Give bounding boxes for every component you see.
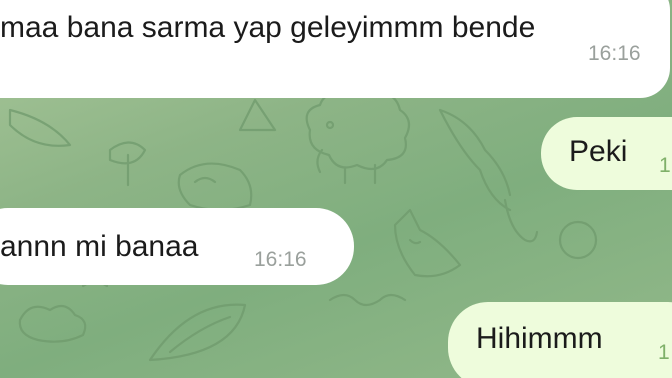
sheep-eye-doodle <box>325 120 335 130</box>
coin-doodle <box>558 220 598 260</box>
message-time: 16:16 <box>588 42 641 65</box>
triangle-doodle <box>238 98 277 132</box>
message-text: maa bana sarma yap geleyimmm bende <box>0 11 536 44</box>
umbrella-doodle <box>438 108 539 243</box>
message-bubble-incoming[interactable]: annn mi banaa 16:16 <box>0 208 354 285</box>
leaf-large-doodle <box>148 303 247 362</box>
message-text: annn mi banaa <box>0 230 199 263</box>
message-time: 1 <box>658 341 670 364</box>
message-time: 1 <box>659 154 671 177</box>
hat-doodle <box>177 162 253 212</box>
message-text: Peki <box>569 135 628 168</box>
message-text: Hihimmm <box>476 322 603 355</box>
chat-background: maa bana sarma yap geleyimmm bende 16:16… <box>0 0 672 378</box>
squiggle-doodle <box>328 293 407 307</box>
message-bubble-incoming[interactable]: maa bana sarma yap geleyimmm bende 16:16 <box>0 0 670 98</box>
sheep-doodle <box>305 87 411 185</box>
message-time: 16:16 <box>254 248 307 271</box>
fox-doodle <box>393 208 462 278</box>
message-bubble-outgoing[interactable]: Hihimmm 1 <box>448 302 672 378</box>
leaf-doodle <box>8 108 72 147</box>
sprout-doodle <box>108 141 147 187</box>
cloud-doodle <box>18 304 87 343</box>
message-bubble-outgoing[interactable]: Peki 1 <box>541 117 672 190</box>
